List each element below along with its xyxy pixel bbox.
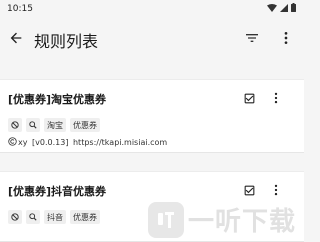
checkbox-checked-icon <box>243 90 256 109</box>
status-time: 10:15 <box>7 4 33 14</box>
block-chip <box>8 118 22 132</box>
rule-tag: 优惠券 <box>70 210 100 224</box>
rule-info: xy [v0.0.13] https://tkapi.misiai.com <box>8 137 296 148</box>
back-button[interactable] <box>4 28 28 52</box>
rule-enable-checkbox[interactable] <box>240 182 258 200</box>
more-vert-icon <box>278 30 294 50</box>
rule-tag: 优惠券 <box>70 118 100 132</box>
block-icon <box>11 213 19 221</box>
filter-icon <box>244 30 260 50</box>
rule-card[interactable]: [优惠券]淘宝优惠券 淘宝 优惠券 xy [v0.0.13] https://t… <box>0 79 304 153</box>
watermark-text: 一听下载 <box>187 207 296 237</box>
arrow-back-icon <box>8 30 24 50</box>
filter-button[interactable] <box>240 28 264 52</box>
status-bar: 10:15 <box>0 0 304 18</box>
rule-tag: 抖音 <box>44 210 66 224</box>
block-icon <box>11 121 19 129</box>
rule-title: [优惠券]抖音优惠券 <box>8 185 107 198</box>
watermark: 一听下载 <box>147 201 296 238</box>
more-options-button[interactable] <box>274 28 298 52</box>
watermark-logo-icon <box>147 201 184 238</box>
block-chip <box>8 210 22 224</box>
more-vert-icon <box>269 182 283 201</box>
battery-icon <box>291 3 296 15</box>
rule-more-button[interactable] <box>268 182 284 200</box>
search-icon <box>29 213 37 221</box>
rule-enable-checkbox[interactable] <box>240 90 258 108</box>
copyright-icon <box>8 137 17 148</box>
wifi-icon <box>267 3 277 15</box>
rule-chips: 淘宝 优惠券 <box>8 118 296 132</box>
rule-tag: 淘宝 <box>44 118 66 132</box>
signal-icon <box>280 3 288 15</box>
search-chip <box>26 210 40 224</box>
search-chip <box>26 118 40 132</box>
rule-version: [v0.0.13] <box>32 138 69 147</box>
checkbox-checked-icon <box>243 182 256 201</box>
rule-title: [优惠券]淘宝优惠券 <box>8 93 107 106</box>
status-icons <box>267 3 296 15</box>
app-bar: 规则列表 <box>0 18 304 62</box>
search-icon <box>29 121 37 129</box>
rule-card-header: [优惠券]抖音优惠券 <box>8 182 296 200</box>
rule-author: xy <box>18 138 28 147</box>
rule-url: https://tkapi.misiai.com <box>72 138 168 147</box>
page-title: 规则列表 <box>34 32 99 51</box>
rule-card-header: [优惠券]淘宝优惠券 <box>8 90 296 108</box>
rule-more-button[interactable] <box>268 90 284 108</box>
more-vert-icon <box>269 90 283 109</box>
